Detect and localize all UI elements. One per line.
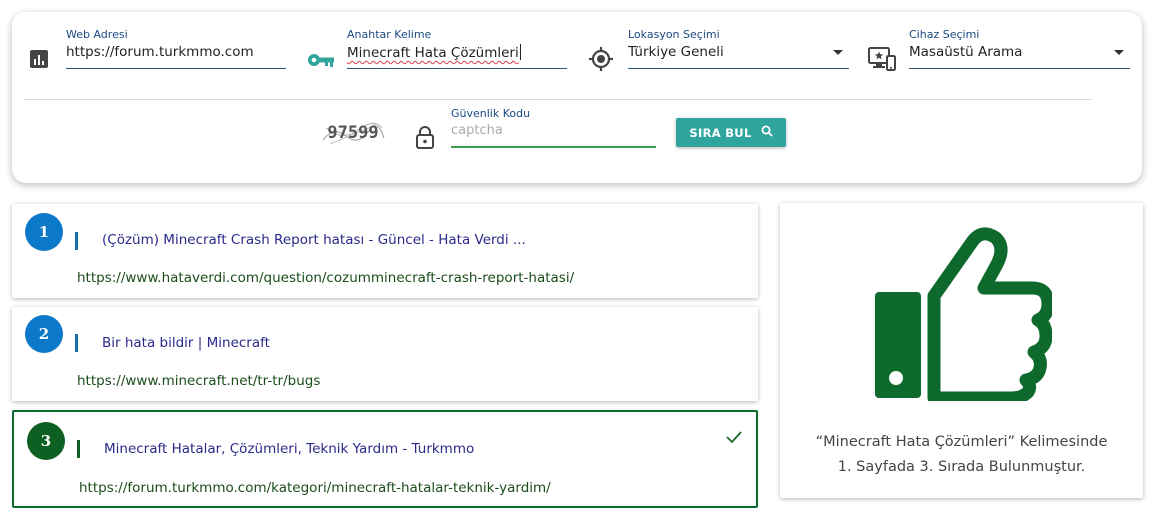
title-accent-bar	[75, 232, 78, 250]
location-target-icon	[588, 46, 614, 76]
summary-line-1: “Minecraft Hata Çözümleri” Kelimesinde	[815, 434, 1108, 450]
result-url[interactable]: https://www.hataverdi.com/question/cozum…	[77, 270, 574, 286]
device-label: Cihaz Seçimi	[909, 28, 980, 41]
summary-card: “Minecraft Hata Çözümleri” Kelimesinde 1…	[780, 203, 1143, 498]
search-button-label: SIRA BUL	[689, 125, 752, 140]
title-accent-bar	[75, 334, 78, 352]
result-title[interactable]: (Çözüm) Minecraft Crash Report hatası - …	[102, 232, 526, 248]
result-item-2[interactable]: 2 Bir hata bildir | Minecraft https://ww…	[12, 307, 758, 401]
result-item-1[interactable]: 1 (Çözüm) Minecraft Crash Report hatası …	[12, 204, 758, 298]
captcha-image: 97599	[320, 118, 386, 148]
location-select[interactable]: Lokasyon Seçimi Türkiye Geneli	[628, 28, 849, 72]
result-title[interactable]: Bir hata bildir | Minecraft	[102, 335, 270, 351]
captcha-label: Güvenlik Kodu	[451, 107, 531, 120]
keyword-input-text: Minecraft Hata Çözümleri	[347, 45, 519, 61]
result-item-3[interactable]: 3 Minecraft Hatalar, Çözümleri, Teknik Y…	[12, 410, 758, 508]
location-underline	[628, 68, 849, 69]
web-address-field[interactable]: Web Adresi https://forum.turkmmo.com	[66, 28, 286, 72]
search-form-card: Web Adresi https://forum.turkmmo.com Ana…	[12, 12, 1142, 183]
location-label: Lokasyon Seçimi	[628, 28, 720, 41]
device-icon	[868, 47, 896, 75]
keyword-input[interactable]: Minecraft Hata Çözümleri	[347, 44, 521, 61]
keyword-field[interactable]: Anahtar Kelime Minecraft Hata Çözümleri	[347, 28, 567, 72]
captcha-field[interactable]: Güvenlik Kodu captcha	[451, 107, 656, 151]
rank-badge: 1	[25, 213, 63, 251]
keyword-label: Anahtar Kelime	[347, 28, 432, 41]
chevron-down-icon[interactable]	[833, 50, 843, 55]
rank-badge: 2	[25, 315, 63, 353]
summary-text: “Minecraft Hata Çözümleri” Kelimesinde 1…	[780, 430, 1143, 480]
result-title[interactable]: Minecraft Hatalar, Çözümleri, Teknik Yar…	[104, 441, 474, 457]
key-icon	[307, 52, 335, 72]
form-divider	[24, 99, 1092, 100]
result-url[interactable]: https://www.minecraft.net/tr-tr/bugs	[77, 373, 320, 389]
captcha-code-text: 97599	[327, 123, 378, 143]
search-icon	[761, 125, 773, 140]
lock-icon	[415, 125, 435, 153]
bar-chart-icon	[29, 49, 49, 73]
device-selected-value: Masaüstü Arama	[909, 44, 1023, 60]
search-rank-button[interactable]: SIRA BUL	[676, 118, 786, 147]
web-address-underline	[66, 68, 286, 69]
web-address-label: Web Adresi	[66, 28, 128, 41]
check-icon	[726, 428, 742, 447]
result-url[interactable]: https://forum.turkmmo.com/kategori/minec…	[79, 480, 551, 496]
device-select[interactable]: Cihaz Seçimi Masaüstü Arama	[909, 28, 1130, 72]
rank-badge: 3	[27, 422, 65, 460]
title-accent-bar	[77, 440, 80, 458]
device-underline	[909, 68, 1130, 69]
chevron-down-icon[interactable]	[1114, 50, 1124, 55]
summary-line-2: 1. Sayfada 3. Sırada Bulunmuştur.	[837, 459, 1086, 475]
location-selected-value: Türkiye Geneli	[628, 44, 724, 60]
text-caret	[519, 44, 521, 60]
thumbs-up-icon	[872, 216, 1055, 405]
keyword-underline	[347, 68, 567, 69]
captcha-underline	[451, 146, 656, 148]
web-address-input[interactable]: https://forum.turkmmo.com	[66, 44, 254, 60]
captcha-input[interactable]: captcha	[451, 123, 503, 138]
